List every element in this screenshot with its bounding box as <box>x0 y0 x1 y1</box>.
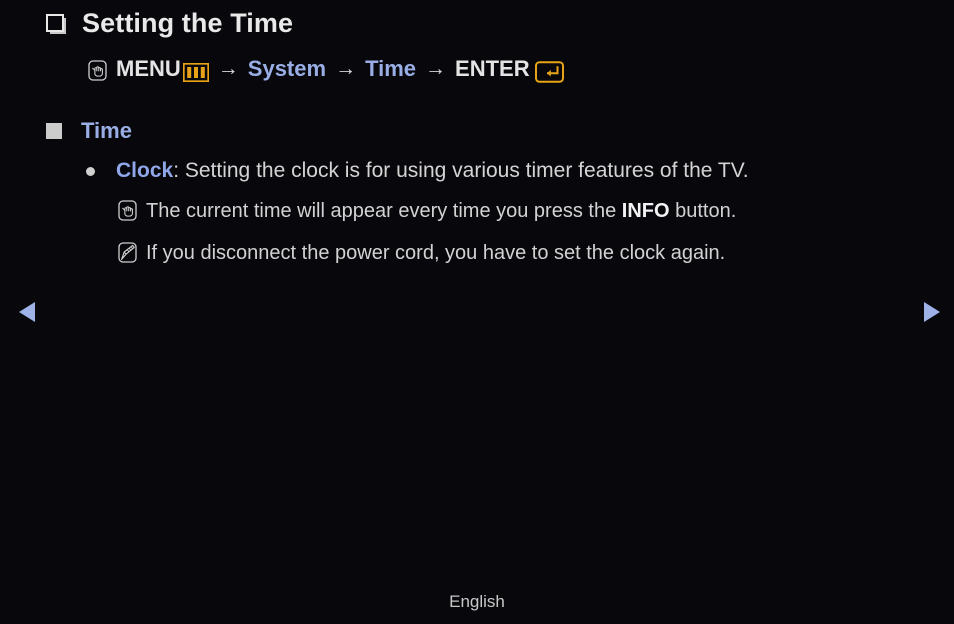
page-title: Setting the Time <box>82 8 294 38</box>
emanual-page: Setting the Time MENU → System → Time → … <box>0 0 954 624</box>
note-item: If you disconnect the power cord, you ha… <box>118 241 725 265</box>
list-item-clock: Clock: Setting the clock is for using va… <box>86 157 749 185</box>
remote-hand-press-icon <box>118 200 137 221</box>
note-text-before: The current time will appear every time … <box>146 200 622 222</box>
menu-path-segment-enter: ENTER <box>455 56 530 81</box>
note-text: The current time will appear every time … <box>146 199 736 223</box>
menu-path: MENU → System → Time → ENTER <box>88 56 564 83</box>
footer-language-label: English <box>449 592 505 611</box>
menu-path-segment-time: Time <box>365 56 417 81</box>
list-item-body: : Setting the clock is for using various… <box>173 159 749 182</box>
round-bullet-dot-icon <box>86 167 95 176</box>
note-text: If you disconnect the power cord, you ha… <box>146 241 725 265</box>
menu-bars-gold-icon <box>182 62 209 82</box>
menu-path-segment-system: System <box>247 56 327 81</box>
next-page-arrow-icon[interactable] <box>915 296 947 328</box>
remote-hand-press-icon <box>88 59 107 81</box>
pencil-note-icon <box>118 242 137 263</box>
page-title-row: Setting the Time <box>46 8 293 39</box>
menu-path-separator-2: → <box>335 57 357 80</box>
section-title: Time <box>81 118 132 143</box>
list-item-keyword: Clock <box>116 159 174 182</box>
list-item-text: Clock: Setting the clock is for using va… <box>116 157 749 185</box>
note-item: The current time will appear every time … <box>118 199 736 223</box>
enter-return-gold-icon <box>534 61 564 83</box>
note-text-before: If you disconnect the power cord, you ha… <box>146 242 726 264</box>
hollow-square-marker-icon <box>46 13 66 34</box>
menu-path-separator-3: → <box>425 57 447 80</box>
note-text-after: button. <box>669 200 737 222</box>
menu-path-segment-menu: MENU <box>116 56 181 81</box>
menu-path-separator-1: → <box>217 57 239 80</box>
section-time: Time <box>46 118 132 144</box>
previous-page-arrow-icon[interactable] <box>12 296 44 328</box>
filled-square-marker-icon <box>46 123 62 139</box>
note-text-bold: INFO <box>621 200 670 222</box>
